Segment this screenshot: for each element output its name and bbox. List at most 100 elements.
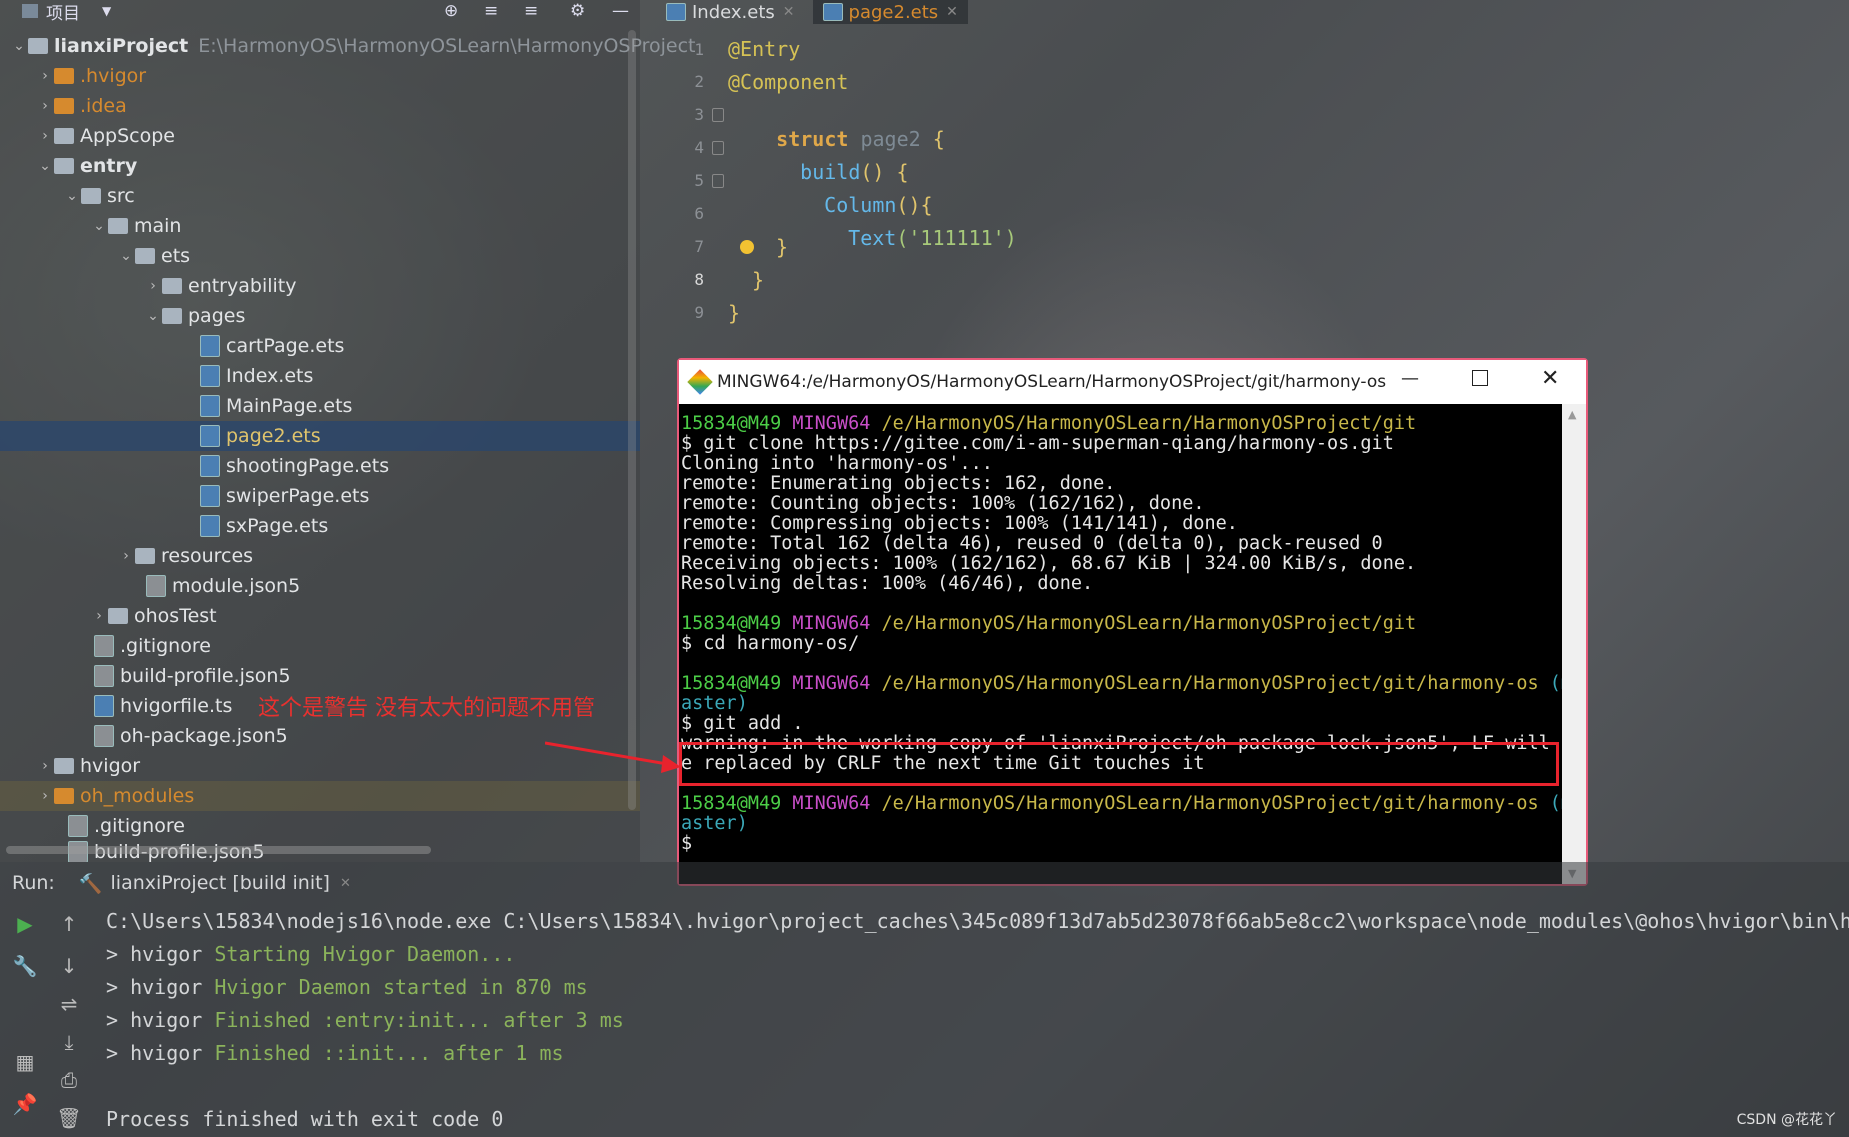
chevron-down-icon[interactable]: ⌄ (117, 248, 135, 264)
chevron-down-icon[interactable]: ⌄ (10, 38, 28, 54)
tree-vertical-scrollbar[interactable] (628, 30, 636, 810)
trash-icon[interactable]: 🗑 (56, 1106, 82, 1132)
tree-item-ets[interactable]: ⌄ ets (117, 241, 190, 271)
wrench-icon[interactable]: 🔧 (12, 954, 38, 980)
rerun-icon[interactable]: ▶ (12, 912, 38, 938)
tree-item-main[interactable]: ⌄ main (90, 211, 181, 241)
terminal-titlebar[interactable]: MINGW64:/e/HarmonyOS/HarmonyOSLearn/Harm… (679, 360, 1586, 404)
gear-icon[interactable]: ⚙ (570, 1, 585, 21)
chevron-right-icon[interactable]: › (90, 608, 108, 624)
tree-item-shootingpage[interactable]: shootingPage.ets (200, 451, 389, 481)
folder-icon (54, 98, 74, 114)
expand-all-icon[interactable]: ≡ (484, 1, 498, 21)
tree-item-pages[interactable]: ⌄ pages (144, 301, 245, 331)
tree-item-module-json5[interactable]: module.json5 (146, 571, 300, 601)
tree-item-appscope[interactable]: › AppScope (36, 121, 175, 151)
tree-item-root-gitignore[interactable]: .gitignore (68, 811, 185, 841)
pin-icon[interactable]: 📌 (12, 1092, 38, 1118)
tree-item-swiperpage[interactable]: swiperPage.ets (200, 481, 369, 511)
line-number: 6 (694, 204, 704, 223)
project-panel-title[interactable]: 项目 (46, 0, 80, 24)
lightbulb-icon[interactable] (740, 240, 754, 254)
close-icon[interactable]: ✕ (783, 4, 795, 20)
terminal-prompt-line: 15834@M49 MINGW64 /e/HarmonyOS/HarmonyOS… (681, 614, 1416, 634)
tree-item-project-root[interactable]: ⌄ lianxiProject E:\HarmonyOS\HarmonyOSLe… (10, 31, 695, 61)
close-icon[interactable]: ✕ (946, 4, 958, 20)
chevron-right-icon[interactable]: › (36, 788, 54, 804)
tree-item-idea[interactable]: › .idea (36, 91, 127, 121)
close-button[interactable]: ✕ (1541, 366, 1559, 391)
chevron-right-icon[interactable]: › (36, 758, 54, 774)
chevron-down-icon[interactable]: ▼ (102, 4, 111, 18)
locate-icon[interactable]: ⊕ (444, 1, 458, 21)
chevron-down-icon[interactable]: ⌄ (63, 188, 81, 204)
chevron-down-icon[interactable]: ⌄ (90, 218, 108, 234)
tree-item-label: .idea (80, 95, 127, 117)
tree-item-label: MainPage.ets (226, 395, 353, 417)
maximize-button[interactable] (1472, 370, 1488, 386)
tree-item-entry-build-profile[interactable]: build-profile.json5 (94, 661, 291, 691)
tree-item-mainpage[interactable]: MainPage.ets (200, 391, 352, 421)
minimize-button[interactable]: — (1401, 368, 1419, 389)
print-icon[interactable]: ⎙ (56, 1068, 82, 1094)
up-arrow-icon[interactable]: ↑ (56, 912, 82, 938)
run-output-line: > hvigor Hvigor Daemon started in 870 ms (106, 975, 588, 999)
down-arrow-icon[interactable]: ↓ (56, 954, 82, 980)
tree-horizontal-scrollbar[interactable] (6, 846, 431, 854)
terminal-command: $ cd harmony-os/ (681, 633, 860, 654)
text-fn: Text (848, 226, 897, 250)
code-line-8[interactable]: } (752, 268, 764, 292)
tree-item-resources[interactable]: › resources (117, 541, 253, 571)
chevron-right-icon[interactable]: › (36, 68, 54, 84)
tree-item-cartpage[interactable]: cartPage.ets (200, 331, 344, 361)
prompt-shell: MINGW64 (792, 673, 871, 694)
minimize-icon[interactable]: — (612, 1, 629, 21)
code-line-7[interactable]: } (776, 235, 788, 259)
run-tab[interactable]: lianxiProject [build init] (111, 872, 330, 894)
mingw64-terminal-window[interactable]: MINGW64:/e/HarmonyOS/HarmonyOSLearn/Harm… (677, 358, 1588, 886)
hvigor-message: Starting Hvigor Daemon... (214, 942, 516, 966)
terminal-output-line: Cloning into 'harmony-os'... (681, 453, 993, 474)
tree-item-hvigor-dir[interactable]: › .hvigor (36, 61, 146, 91)
chevron-right-icon[interactable]: › (117, 548, 135, 564)
chevron-down-icon[interactable]: ⌄ (144, 308, 162, 324)
tab-page2-ets[interactable]: page2.ets ✕ (812, 0, 968, 24)
tree-item-entryability[interactable]: › entryability (144, 271, 296, 301)
fold-icon[interactable] (712, 141, 724, 155)
chevron-right-icon[interactable]: › (144, 278, 162, 294)
soft-wrap-icon[interactable]: ⇌ (56, 992, 82, 1018)
tree-item-label: main (134, 215, 182, 237)
tree-item-index[interactable]: Index.ets (200, 361, 313, 391)
code-line-6[interactable]: Text('111111') (800, 202, 1017, 274)
tree-item-src[interactable]: ⌄ src (63, 181, 135, 211)
scroll-to-end-icon[interactable]: ⤓ (56, 1030, 82, 1056)
tree-item-oh-modules[interactable]: › oh_modules (0, 781, 640, 811)
tree-item-entry[interactable]: ⌄ entry (36, 151, 137, 181)
tree-item-hvigorfile[interactable]: hvigorfile.ts (94, 691, 232, 721)
fold-icon[interactable] (712, 174, 724, 188)
chevron-right-icon[interactable]: › (36, 128, 54, 144)
project-view-icon (22, 4, 38, 18)
code-line-2[interactable]: @Component (728, 70, 848, 94)
scroll-up-icon[interactable]: ▲ (1568, 408, 1576, 421)
tree-item-ohostest[interactable]: › ohosTest (90, 601, 216, 631)
chevron-down-icon[interactable]: ⌄ (36, 158, 54, 174)
close-icon[interactable]: ✕ (340, 876, 351, 891)
code-line-1[interactable]: @Entry (728, 37, 800, 61)
layout-icon[interactable]: ▦ (12, 1050, 38, 1076)
tree-item-sxpage[interactable]: sxPage.ets (200, 511, 328, 541)
tree-item-entry-oh-package[interactable]: oh-package.json5 (94, 721, 288, 751)
tree-item-entry-gitignore[interactable]: .gitignore (94, 631, 211, 661)
folder-icon (81, 188, 101, 204)
code-line-9[interactable]: } (728, 301, 740, 325)
terminal-scrollbar[interactable]: ▲ ▼ (1562, 404, 1586, 884)
collapse-all-icon[interactable]: ≡ (524, 1, 538, 21)
chevron-right-icon[interactable]: › (36, 98, 54, 114)
terminal-output[interactable]: 15834@M49 MINGW64 /e/HarmonyOS/HarmonyOS… (679, 404, 1564, 884)
tree-item-label: entry (80, 155, 138, 177)
tree-item-hvigor[interactable]: › hvigor (36, 751, 140, 781)
tree-item-page2[interactable]: page2.ets (0, 421, 640, 451)
tab-index-ets[interactable]: Index.ets ✕ (656, 0, 805, 24)
ets-file-icon (200, 515, 220, 537)
fold-icon[interactable] (712, 108, 724, 122)
